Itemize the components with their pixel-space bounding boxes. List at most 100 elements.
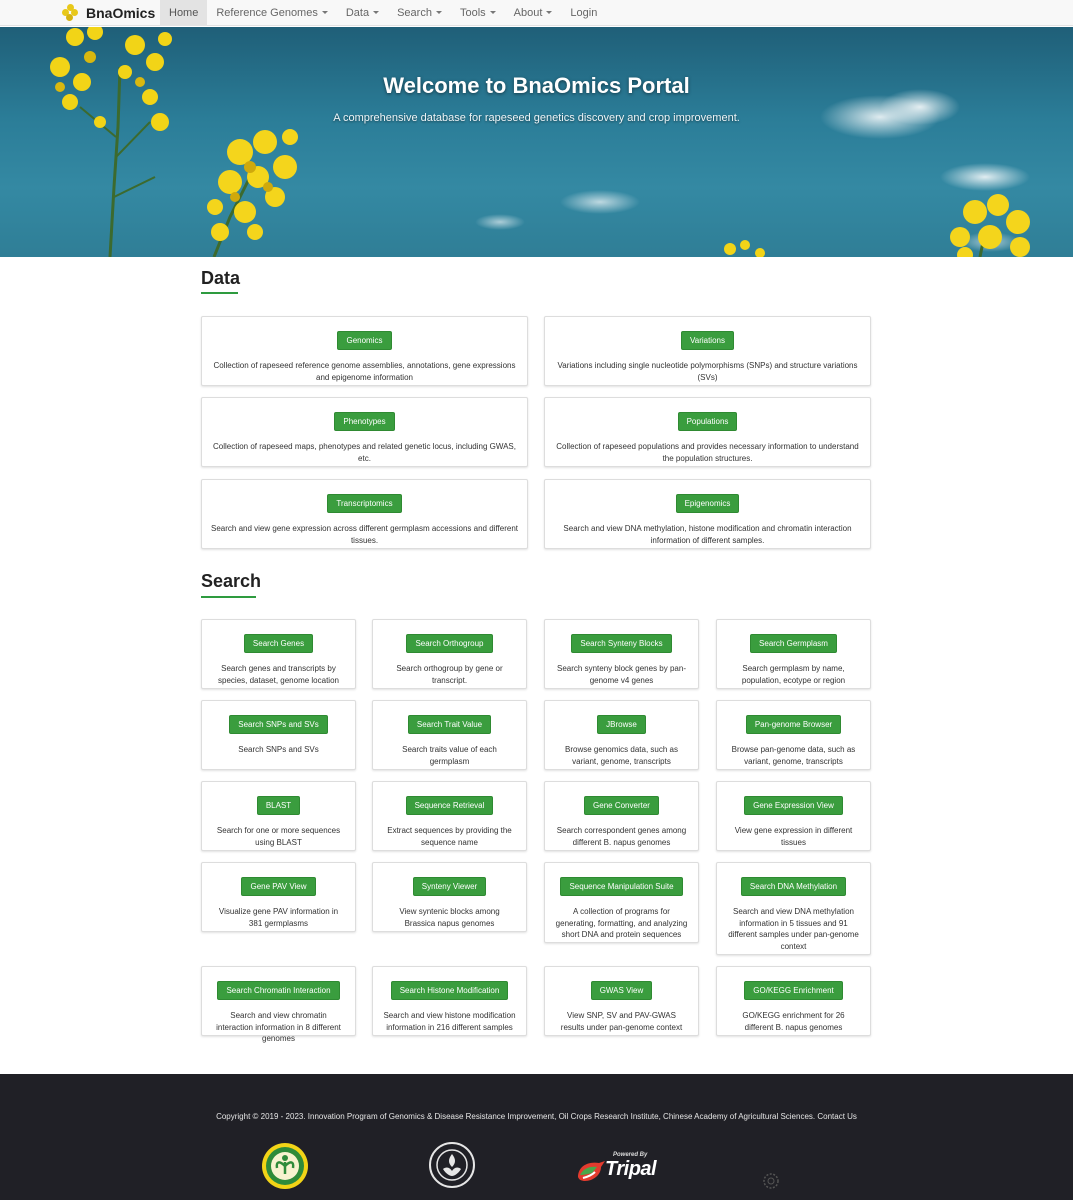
card-description: Search and view gene expression across d… (211, 524, 518, 545)
card-description: Browse pan-genome data, such as variant,… (731, 745, 856, 766)
card-description: Search and view DNA methylation informat… (728, 907, 859, 951)
footer: Copyright © 2019 - 2023. Innovation Prog… (0, 1074, 1073, 1200)
gene-pav-view-button[interactable]: Gene PAV View (241, 877, 316, 896)
card-description: Search germplasm by name, population, ec… (741, 664, 846, 685)
populations-button[interactable]: Populations (677, 412, 738, 431)
caret-down-icon (489, 11, 496, 14)
gene-converter-button[interactable]: Gene Converter (584, 796, 659, 815)
card-description: View syntenic blocks among Brassica napu… (399, 907, 500, 928)
data-section-title: Data (201, 268, 241, 288)
search-card-blast: BLAST Search for one or more sequences u… (201, 781, 356, 851)
nav-login[interactable]: Login (561, 0, 606, 26)
search-card-go-kegg-enrichment: GO/KEGG Enrichment GO/KEGG enrichment fo… (716, 966, 871, 1036)
data-card-epigenomics: Epigenomics Search and view DNA methylat… (544, 479, 871, 549)
card-description: Collection of rapeseed populations and p… (556, 442, 859, 463)
synteny-viewer-button[interactable]: Synteny Viewer (412, 877, 487, 896)
nav-reference-genomes[interactable]: Reference Genomes (207, 0, 337, 26)
rapeseed-field-image (50, 27, 1030, 257)
search-card-gene-expression-view: Gene Expression View View gene expressio… (716, 781, 871, 851)
card-description: Collection of rapeseed maps, phenotypes … (213, 442, 516, 463)
card-description: Search and view DNA methylation, histone… (563, 524, 852, 545)
search-card-gene-pav-view: Gene PAV View Visualize gene PAV informa… (201, 862, 356, 932)
nav-search-label: Search (397, 6, 432, 19)
search-card-sequence-retrieval: Sequence Retrieval Extract sequences by … (372, 781, 527, 851)
search-card-synteny-viewer: Synteny Viewer View syntenic blocks amon… (372, 862, 527, 932)
nav-search[interactable]: Search (388, 0, 451, 26)
rapeseed-flower-icon (62, 3, 79, 22)
search-histone-modification-button[interactable]: Search Histone Modification (390, 981, 509, 1000)
navbar: BnaOmics Home Reference Genomes Data Sea… (0, 0, 1073, 26)
search-chromatin-interaction-button[interactable]: Search Chromatin Interaction (217, 981, 340, 1000)
nav-data[interactable]: Data (337, 0, 388, 26)
caret-down-icon (546, 11, 553, 14)
hero-banner: Welcome to BnaOmics Portal A comprehensi… (0, 27, 1073, 257)
caret-down-icon (435, 11, 442, 14)
brand[interactable]: BnaOmics (0, 0, 160, 26)
search-card-chromatin-interaction: Search Chromatin Interaction Search and … (201, 966, 356, 1043)
pangenome-browser-button[interactable]: Pan-genome Browser (745, 715, 842, 734)
data-card-transcriptomics: Transcriptomics Search and view gene exp… (201, 479, 528, 549)
nav-data-label: Data (345, 6, 370, 19)
card-description: Visualize gene PAV information in 381 ge… (218, 907, 339, 928)
caret-down-icon (373, 11, 380, 14)
search-card-dna-methylation: Search DNA Methylation Search and view D… (716, 862, 871, 955)
card-description: Extract sequences by providing the seque… (387, 826, 512, 847)
card-description: Collection of rapeseed reference genome … (213, 361, 516, 382)
card-description: Search synteny block genes by pan-genome… (557, 664, 686, 685)
search-card-gwas-view: GWAS View View SNP, SV and PAV-GWAS resu… (544, 966, 699, 1036)
card-description: Search SNPs and SVs (238, 745, 319, 754)
nav-home-label: Home (169, 6, 199, 19)
data-card-variations: Variations Variations including single n… (544, 316, 871, 386)
search-card-jbrowse: JBrowse Browse genomics data, such as va… (544, 700, 699, 770)
genomics-button[interactable]: Genomics (337, 331, 392, 350)
institute-emblem-logo[interactable] (261, 1142, 309, 1190)
card-description: Search and view histone modification inf… (383, 1011, 516, 1032)
tripal-logo[interactable]: Powered By Tripal (575, 1151, 665, 1183)
brand-name: BnaOmics (86, 4, 156, 21)
hero-title: Welcome to BnaOmics Portal (383, 73, 690, 98)
gene-expression-view-button[interactable]: Gene Expression View (744, 796, 843, 815)
sequence-retrieval-button[interactable]: Sequence Retrieval (405, 796, 494, 815)
copyright-text[interactable]: Copyright © 2019 - 2023. Innovation Prog… (0, 1112, 1073, 1121)
caas-emblem-logo[interactable] (428, 1141, 476, 1189)
search-germplasm-button[interactable]: Search Germplasm (750, 634, 837, 653)
go-kegg-enrichment-button[interactable]: GO/KEGG Enrichment (744, 981, 843, 1000)
caret-down-icon (321, 11, 328, 14)
search-card-sequence-manipulation-suite: Sequence Manipulation Suite A collection… (544, 862, 699, 943)
search-snps-svs-button[interactable]: Search SNPs and SVs (229, 715, 328, 734)
search-genes-button[interactable]: Search Genes (243, 634, 314, 653)
data-section-underline (201, 292, 238, 294)
small-emblem-logo[interactable] (762, 1172, 780, 1190)
card-description: View SNP, SV and PAV-GWAS results under … (560, 1011, 683, 1032)
search-dna-methylation-button[interactable]: Search DNA Methylation (740, 877, 847, 896)
blast-button[interactable]: BLAST (256, 796, 301, 815)
search-section-title: Search (201, 571, 262, 591)
tripal-logo-mark (578, 1161, 605, 1181)
nav-home[interactable]: Home (160, 0, 208, 26)
nav-tools[interactable]: Tools (451, 0, 505, 26)
gwas-view-button[interactable]: GWAS View (590, 981, 653, 1000)
hero-subtitle: A comprehensive database for rapeseed ge… (333, 112, 740, 124)
search-card-germplasm: Search Germplasm Search germplasm by nam… (716, 619, 871, 689)
jbrowse-button[interactable]: JBrowse (597, 715, 646, 734)
card-description: Search for one or more sequences using B… (216, 826, 341, 847)
search-card-snps-svs: Search SNPs and SVs Search SNPs and SVs (201, 700, 356, 770)
variations-button[interactable]: Variations (681, 331, 734, 350)
data-card-populations: Populations Collection of rapeseed popul… (544, 397, 871, 467)
search-card-genes: Search Genes Search genes and transcript… (201, 619, 356, 689)
nav-tools-label: Tools (459, 6, 486, 19)
sequence-manipulation-suite-button[interactable]: Sequence Manipulation Suite (560, 877, 683, 896)
epigenomics-button[interactable]: Epigenomics (675, 494, 740, 513)
transcriptomics-button[interactable]: Transcriptomics (327, 494, 402, 513)
card-description: A collection of programs for generating,… (555, 907, 688, 939)
search-trait-value-button[interactable]: Search Trait Value (407, 715, 492, 734)
data-card-phenotypes: Phenotypes Collection of rapeseed maps, … (201, 397, 528, 467)
nav-about-label: About (513, 6, 543, 19)
search-synteny-blocks-button[interactable]: Search Synteny Blocks (571, 634, 672, 653)
card-description: Search orthogroup by gene or transcript. (396, 664, 503, 685)
phenotypes-button[interactable]: Phenotypes (334, 412, 395, 431)
card-description: Search and view chromatin interaction in… (216, 1011, 341, 1043)
nav-about[interactable]: About (505, 0, 562, 26)
search-orthogroup-button[interactable]: Search Orthogroup (406, 634, 493, 653)
card-description: View gene expression in different tissue… (734, 826, 853, 847)
